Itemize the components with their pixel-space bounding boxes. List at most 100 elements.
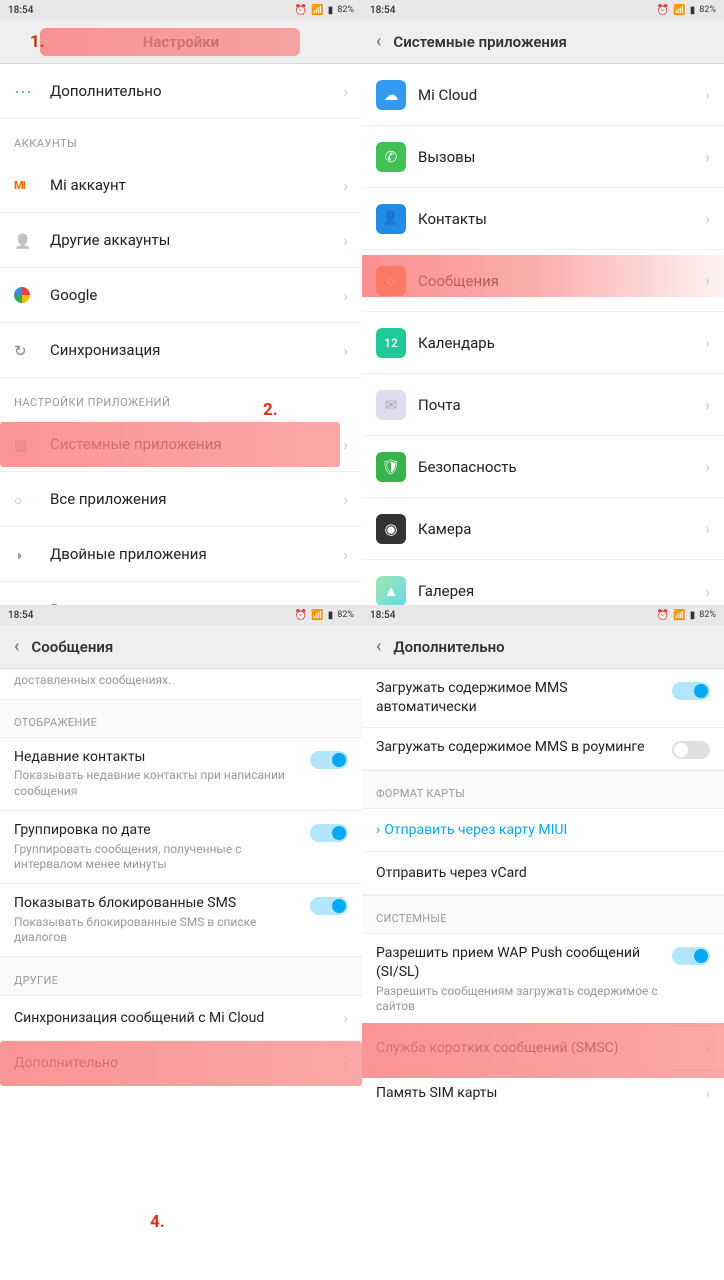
annotation-1: 1. (30, 32, 45, 52)
status-icons: ⏰ 📶 ▮ 82% (657, 610, 716, 621)
status-icons: ⏰ 📶 ▮ 82% (295, 610, 354, 621)
toggle-wap-push[interactable]: Разрешить прием WAP Push сообщений (SI/S… (362, 934, 724, 1026)
mail-icon: ✉ (376, 390, 406, 420)
header: ‹ Сообщения (0, 625, 362, 669)
item-label: Сообщения (418, 272, 705, 290)
item-smsc[interactable]: Служба коротких сообщений (SMSC) › (362, 1026, 724, 1071)
apps-icon (14, 490, 32, 508)
toggle-show-blocked-sms[interactable]: Показывать блокированные SMS Показывать … (0, 884, 362, 957)
contacts-icon: 👤 (376, 204, 406, 234)
chevron-right-icon: › (343, 82, 348, 101)
item-label: Вызовы (418, 148, 705, 166)
item-system-apps[interactable]: Системные приложения › (0, 417, 362, 472)
status-icons: ⏰ 📶 ▮ 82% (657, 5, 716, 16)
item-sync-mi-cloud[interactable]: Синхронизация сообщений с Mi Cloud › (0, 996, 362, 1041)
section-accounts: АККАУНТЫ (0, 119, 362, 158)
back-button[interactable]: ‹ (14, 636, 19, 657)
toggle-subtitle: Показывать недавние контакты при написан… (14, 768, 300, 799)
back-button[interactable]: ‹ (376, 31, 381, 52)
cloud-icon: ☁ (376, 80, 406, 110)
item-label: Отправить через карту MIUI (384, 822, 567, 838)
back-button[interactable]: ‹ (376, 636, 381, 657)
section-other: ДРУГИЕ (0, 957, 362, 996)
alarm-icon: ⏰ (295, 5, 307, 16)
section-card-format: ФОРМАТ КАРТЫ (362, 770, 724, 809)
item-label: Почта (418, 396, 705, 414)
item-other-accounts[interactable]: Другие аккаунты › (0, 213, 362, 268)
item-all-apps[interactable]: Все приложения › (0, 472, 362, 527)
item-mail[interactable]: ✉ Почта › (362, 374, 724, 436)
item-dual-apps[interactable]: Двойные приложения › (0, 527, 362, 582)
toggle-title: Показывать блокированные SMS (14, 894, 300, 913)
toggle-subtitle: Группировать сообщения, полученные с инт… (14, 842, 300, 873)
chevron-right-icon: › (705, 395, 710, 414)
toggle-switch[interactable] (310, 824, 348, 842)
item-gallery[interactable]: ▲ Галерея › (362, 560, 724, 605)
chevron-right-icon: › (343, 341, 348, 360)
signal-icon: 📶 (673, 5, 685, 16)
header: ‹ Дополнительно (362, 625, 724, 669)
item-mi-cloud[interactable]: ☁ Mi Cloud › (362, 64, 724, 126)
item-label: Mi аккаунт (50, 176, 343, 194)
toggle-mms-auto[interactable]: Загружать содержимое MMS автоматически (362, 669, 724, 728)
section-display: ОТОБРАЖЕНИЕ (0, 699, 362, 738)
item-label: Контакты (418, 210, 705, 228)
item-messages[interactable]: ○ Сообщения › (362, 250, 724, 312)
item-permissions[interactable]: Разрешения › (0, 582, 362, 605)
item-label: Служба коротких сообщений (SMSC) (376, 1039, 619, 1057)
item-label: Галерея (418, 582, 705, 600)
chevron-right-icon: › (705, 85, 710, 104)
partial-subtitle: доставленных сообщениях. (0, 669, 362, 699)
item-google[interactable]: Google › (0, 268, 362, 323)
header: Настройки 1. (0, 20, 362, 64)
toggle-recent-contacts[interactable]: Недавние контакты Показывать недавние ко… (0, 738, 362, 811)
item-additional-messages[interactable]: Дополнительно › (0, 1041, 362, 1085)
alarm-icon: ⏰ (295, 610, 307, 621)
dots-icon (14, 82, 32, 100)
chevron-right-icon: › (705, 519, 710, 538)
item-send-miui-card[interactable]: ›Отправить через карту MIUI (362, 809, 724, 852)
page-title: Системные приложения (393, 33, 566, 51)
chevron-right-icon: › (343, 176, 348, 195)
toggle-title: Загружать содержимое MMS в роуминге (376, 738, 662, 757)
item-contacts[interactable]: 👤 Контакты › (362, 188, 724, 250)
toggle-switch[interactable] (672, 741, 710, 759)
item-security[interactable]: 🛡 Безопасность › (362, 436, 724, 498)
toggle-mms-roaming[interactable]: Загружать содержимое MMS в роуминге (362, 728, 724, 770)
item-calls[interactable]: ✆ Вызовы › (362, 126, 724, 188)
alarm-icon: ⏰ (657, 5, 669, 16)
item-calendar[interactable]: 12 Календарь › (362, 312, 724, 374)
item-label: Другие аккаунты (50, 231, 343, 249)
item-label: Google (50, 286, 343, 304)
chevron-right-icon: › (705, 1039, 710, 1057)
page-title: Дополнительно (393, 638, 504, 656)
item-label: Все приложения (50, 490, 343, 508)
calendar-icon: 12 (376, 328, 406, 358)
chevron-right-icon: › (376, 822, 380, 838)
item-label: Дополнительно (50, 82, 343, 100)
alarm-icon: ⏰ (657, 610, 669, 621)
page-title: Сообщения (31, 638, 113, 656)
item-label: Дополнительно (14, 1055, 118, 1071)
chevron-right-icon: › (705, 333, 710, 352)
toggle-subtitle: Показывать блокированные SMS в списке ди… (14, 915, 300, 946)
battery-percent: 82% (699, 610, 716, 620)
mi-logo-icon: MI (14, 179, 25, 192)
item-sim-memory[interactable]: Память SIM карты › (362, 1071, 724, 1115)
battery-percent: 82% (699, 5, 716, 15)
item-sync[interactable]: Синхронизация › (0, 323, 362, 378)
toggle-switch[interactable] (672, 947, 710, 965)
toggle-title: Группировка по дате (14, 821, 300, 840)
toggle-group-by-date[interactable]: Группировка по дате Группировать сообщен… (0, 811, 362, 884)
toggle-switch[interactable] (672, 682, 710, 700)
item-mi-account[interactable]: MI Mi аккаунт › (0, 158, 362, 213)
item-send-vcard[interactable]: Отправить через vCard (362, 852, 724, 895)
item-label: Отправить через vCard (376, 865, 527, 881)
chevron-right-icon: › (705, 147, 710, 166)
item-additional[interactable]: Дополнительно › (0, 64, 362, 119)
toggle-switch[interactable] (310, 897, 348, 915)
status-bar: 18:54 ⏰ 📶 ▮ 82% (362, 0, 724, 20)
toggle-switch[interactable] (310, 751, 348, 769)
google-icon (14, 287, 30, 303)
item-camera[interactable]: ◉ Камера › (362, 498, 724, 560)
